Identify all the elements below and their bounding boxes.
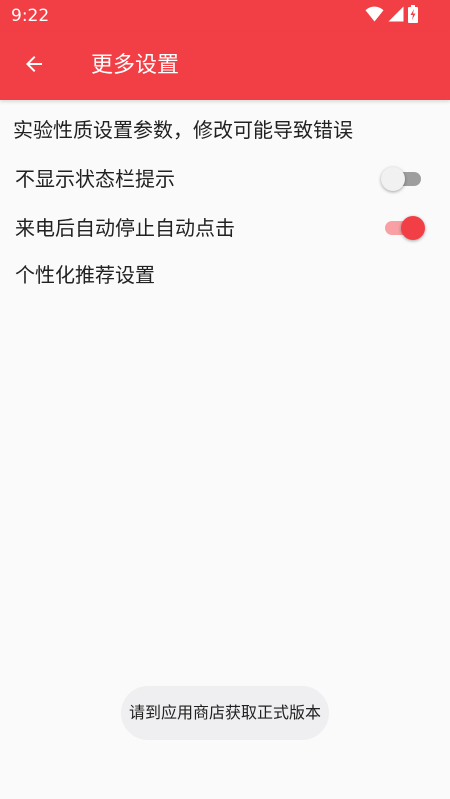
switch-thumb [381, 167, 405, 191]
status-bar: 9:22 [0, 0, 450, 32]
setting-label: 不显示状态栏提示 [15, 167, 175, 191]
app-bar: 更多设置 [0, 32, 450, 100]
hide-status-bar-hint-switch[interactable] [381, 167, 423, 191]
status-icons [365, 5, 418, 27]
signal-icon [388, 6, 404, 26]
battery-charging-icon [408, 5, 418, 27]
experimental-warning: 实验性质设置参数，修改可能导致错误 [13, 118, 353, 142]
stop-on-incoming-call-switch[interactable] [383, 216, 425, 240]
setting-label: 来电后自动停止自动点击 [15, 216, 235, 240]
status-time: 9:22 [11, 6, 50, 26]
screen: 9:22 更多设置 实验性质设置参数，修改可能导致错误 不显示状态栏提示 来电后… [0, 0, 450, 799]
toast-message: 请到应用商店获取正式版本 [121, 686, 329, 740]
setting-personalized-recommendation[interactable]: 个性化推荐设置 [0, 251, 450, 299]
page-title: 更多设置 [91, 53, 180, 78]
setting-stop-on-incoming-call[interactable]: 来电后自动停止自动点击 [0, 204, 450, 252]
setting-hide-status-bar-hint[interactable]: 不显示状态栏提示 [0, 155, 450, 203]
setting-label: 个性化推荐设置 [15, 263, 155, 287]
wifi-icon [365, 6, 384, 26]
switch-thumb [401, 216, 425, 240]
arrow-back-icon [22, 52, 46, 80]
back-button[interactable] [12, 44, 56, 88]
